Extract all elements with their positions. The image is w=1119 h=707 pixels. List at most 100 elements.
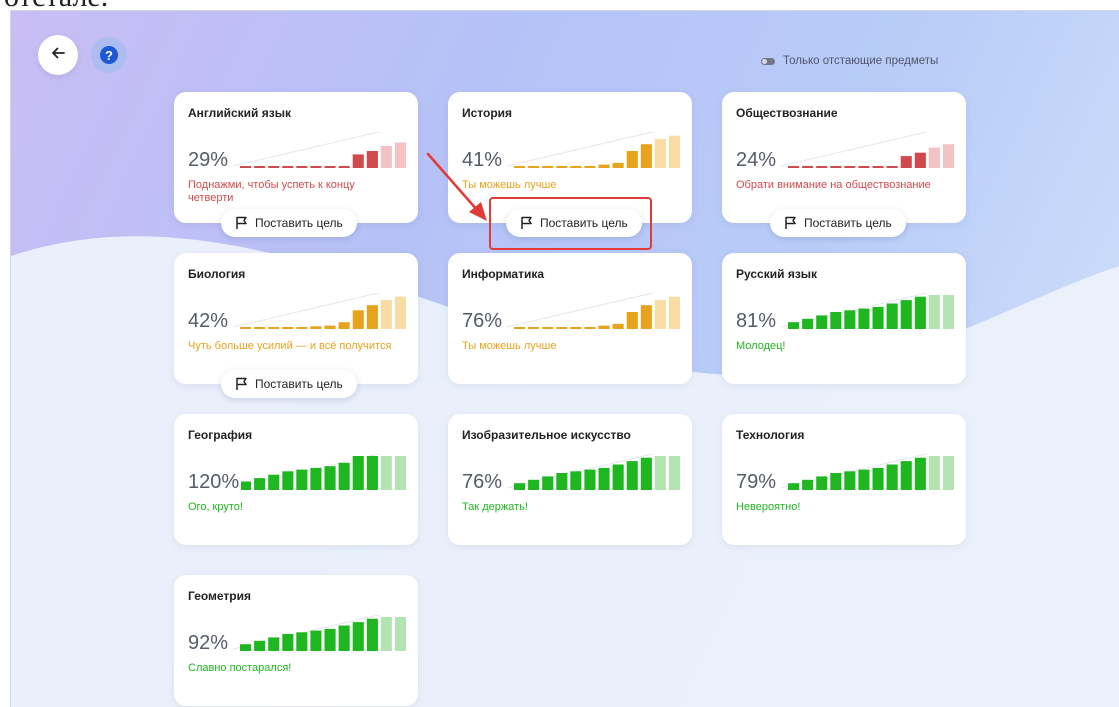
trend-line xyxy=(232,132,381,167)
progress-bar xyxy=(394,142,406,168)
progress-bar xyxy=(626,151,638,168)
subject-name: История xyxy=(462,106,513,120)
subject-message: Молодец! xyxy=(736,340,786,352)
progress-bar xyxy=(556,166,568,168)
progress-bar xyxy=(872,467,884,490)
progress-bar xyxy=(668,296,680,329)
progress-bar xyxy=(338,166,350,168)
progress-bar xyxy=(240,166,252,168)
progress-chart: 24% xyxy=(736,132,954,170)
progress-bar xyxy=(338,322,350,329)
progress-bar xyxy=(802,166,814,168)
subject-percent: 92% xyxy=(188,632,231,654)
progress-bar xyxy=(612,323,624,329)
progress-bar xyxy=(394,456,406,490)
subject-message: Поднажми, чтобы успеть к концу четверти xyxy=(188,179,355,204)
progress-bar xyxy=(598,325,610,329)
set-goal-button[interactable]: Поставить цель xyxy=(770,209,906,237)
progress-bar xyxy=(296,632,308,651)
subject-message: Чуть больше усилий — и всё получится xyxy=(188,340,392,352)
progress-bar xyxy=(528,479,540,490)
progress-bar xyxy=(858,469,870,490)
progress-bar xyxy=(352,310,364,329)
question-icon: ? xyxy=(100,46,118,64)
progress-bar xyxy=(254,327,266,329)
progress-bar xyxy=(598,164,610,168)
progress-bar xyxy=(844,310,856,329)
subject-card[interactable]: Геометрия 92% Славно постарался! xyxy=(174,575,418,706)
set-goal-button[interactable]: Поставить цель xyxy=(221,209,357,237)
progress-bar xyxy=(900,461,912,490)
progress-bar xyxy=(612,464,624,490)
progress-bar xyxy=(240,644,252,651)
progress-bar xyxy=(352,622,364,651)
flag-icon xyxy=(235,216,248,230)
progress-bar xyxy=(928,295,940,329)
progress-bar xyxy=(886,166,898,168)
progress-bar xyxy=(802,318,814,329)
toggle-icon[interactable] xyxy=(761,57,775,65)
progress-bar xyxy=(914,296,926,329)
help-button[interactable]: ? xyxy=(91,37,127,73)
subject-name: Обществознание xyxy=(736,106,838,120)
progress-bar xyxy=(338,462,350,490)
subject-card[interactable]: География 120% Ого, круто! xyxy=(174,414,418,545)
progress-bar xyxy=(668,456,680,490)
progress-bar xyxy=(366,151,378,168)
progress-bar xyxy=(514,483,526,490)
subject-message: Обрати внимание на обществознание xyxy=(736,179,931,191)
progress-bar xyxy=(528,327,540,329)
progress-bar xyxy=(612,162,624,168)
progress-bar xyxy=(640,144,652,168)
subject-card[interactable]: Технология 79% Невероятно! xyxy=(722,414,966,545)
progress-bar xyxy=(394,296,406,329)
progress-bar xyxy=(640,457,652,490)
progress-bar xyxy=(640,305,652,329)
subject-card[interactable]: Английский язык 29% Поднажми, чтобы успеть… xyxy=(174,92,418,223)
subject-card[interactable]: Изобразительное искусство 76% Так держать! xyxy=(448,414,692,545)
subject-message: Ты можешь лучше xyxy=(462,340,557,352)
progress-bar xyxy=(570,471,582,490)
set-goal-button[interactable]: Поставить цель xyxy=(221,370,357,398)
subject-card[interactable]: Информатика 76% Ты можешь лучше xyxy=(448,253,692,384)
subject-percent: 81% xyxy=(736,310,779,332)
subject-percent: 79% xyxy=(736,471,779,493)
trend-line xyxy=(506,132,655,167)
progress-chart: 41% xyxy=(462,132,680,171)
progress-bar xyxy=(542,166,554,168)
progress-bar xyxy=(654,456,666,490)
progress-bar xyxy=(668,135,680,168)
progress-bar xyxy=(598,467,610,490)
lagging-subjects-toggle[interactable]: Только отстающие предметы xyxy=(761,55,938,67)
app-screen: ? Только отстающие предметы Английский я… xyxy=(10,10,1119,707)
subject-name: Русский язык xyxy=(736,267,818,281)
progress-bar xyxy=(556,473,568,490)
subject-name: Геометрия xyxy=(188,589,252,603)
flag-icon xyxy=(784,216,797,230)
progress-bar xyxy=(282,471,294,490)
subject-card[interactable]: Русский язык 81% Молодец! xyxy=(722,253,966,384)
progress-bar xyxy=(282,634,294,651)
subject-percent: 41% xyxy=(462,149,505,171)
progress-bar xyxy=(296,166,308,168)
progress-bar xyxy=(254,478,266,490)
subject-card[interactable]: История 41% Ты можешь лучше xyxy=(448,92,692,223)
progress-bar xyxy=(240,327,252,329)
progress-bar xyxy=(886,464,898,490)
subject-message: Славно постарался! xyxy=(188,662,292,674)
subject-message: Невероятно! xyxy=(736,501,801,513)
set-goal-label: Поставить цель xyxy=(804,216,892,230)
set-goal-button[interactable]: Поставить цель xyxy=(506,209,642,237)
progress-bar xyxy=(528,166,540,168)
progress-chart: 76% xyxy=(462,454,680,492)
subject-card[interactable]: Биология 42% Чуть больше усилий — и всё по… xyxy=(174,253,418,384)
progress-bar xyxy=(570,166,582,168)
back-button[interactable] xyxy=(38,35,78,75)
progress-chart: 79% xyxy=(736,454,954,493)
progress-bar xyxy=(830,312,842,329)
subject-name: Технология xyxy=(736,428,805,442)
subject-name: Английский язык xyxy=(188,106,291,120)
set-goal-label: Поставить цель xyxy=(255,377,343,391)
progress-bar xyxy=(366,456,378,490)
subject-card[interactable]: Обществознание 24% Обрати внимание на обще… xyxy=(722,92,966,223)
